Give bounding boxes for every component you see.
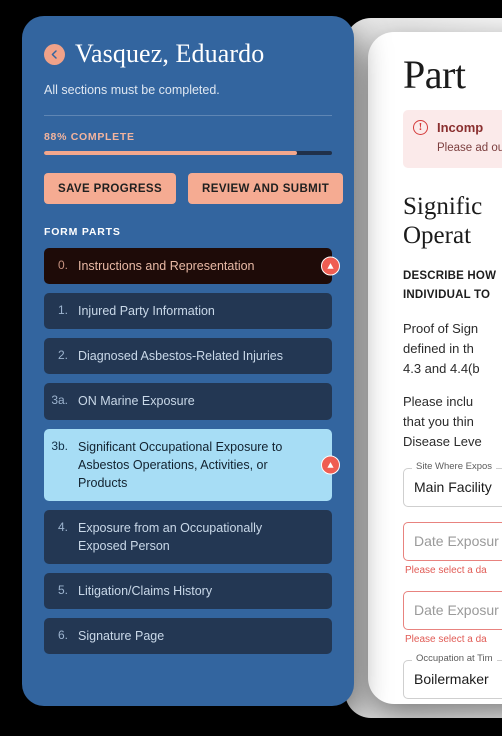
alert-title: Incomp xyxy=(437,120,484,135)
alert-body: Please ad out fields xyxy=(437,142,502,154)
form-field: Site Where Expos Main Facility xyxy=(403,460,502,507)
alert-header: ! Incomp xyxy=(413,120,502,135)
paragraph-one-line-3: 4.3 and 4.4(b xyxy=(403,361,480,377)
paragraph-two-line-1: Please inclu xyxy=(403,394,474,410)
part-label: Injured Party Information xyxy=(78,304,215,319)
section-heading: Signific Operat xyxy=(403,192,502,251)
part-label: ON Marine Exposure xyxy=(78,394,195,409)
paragraph-one-line-2: defined in th xyxy=(403,340,474,356)
text-input[interactable]: Boilermaker xyxy=(403,659,502,699)
date-input[interactable]: Date Exposur xyxy=(403,590,502,630)
text-input[interactable]: Main Facility xyxy=(403,467,502,507)
sidebar-item-part-3a[interactable]: 3a. ON Marine Exposure xyxy=(44,383,332,420)
sidebar-item-part-5[interactable]: 5. Litigation/Claims History xyxy=(44,573,332,610)
progress-bar-fill xyxy=(44,151,298,155)
field-placeholder: Date Exposur xyxy=(414,533,499,550)
sidebar-item-part-0[interactable]: 0. Instructions and Representation xyxy=(44,248,340,285)
part-label: Significant Occupational Exposure to Asb… xyxy=(78,439,283,490)
field-legend: Occupation at Tim xyxy=(412,652,497,664)
sidebar-item-part-3b[interactable]: 3b. Significant Occupational Exposure to … xyxy=(44,428,340,501)
part-number: 2. xyxy=(57,348,68,363)
divider xyxy=(44,115,332,116)
progress-bar xyxy=(44,151,332,155)
part-number: 3a. xyxy=(51,393,68,408)
part-number: 0. xyxy=(57,258,68,272)
sidebar-item-part-2[interactable]: 2. Diagnosed Asbestos-Related Injuries xyxy=(44,338,332,375)
sidebar-subtitle: All sections must be completed. xyxy=(44,83,220,97)
sidebar-item-part-1[interactable]: 1. Injured Party Information xyxy=(44,293,332,330)
part-label: Diagnosed Asbestos-Related Injuries xyxy=(78,349,283,364)
screen-root: Part ! Incomp Please ad out fields Signi… xyxy=(0,0,502,736)
part-label: Signature Page xyxy=(78,629,165,644)
field-error-message: Please select a da xyxy=(405,633,487,645)
progress-label: 88% COMPLETE xyxy=(44,131,135,143)
describe-line-2: INDIVIDUAL TO xyxy=(403,289,491,302)
part-number: 5. xyxy=(57,583,68,598)
form-field: Date Exposur Please select a da xyxy=(403,590,502,645)
error-circle-icon: ! xyxy=(413,120,428,135)
sidebar-panel: Vasquez, Eduardo All sections must be co… xyxy=(22,16,354,706)
paragraph-one: Proof of Sign defined in th 4.3 and 4.4(… xyxy=(403,319,502,379)
warning-icon xyxy=(321,455,340,475)
back-arrow-icon[interactable] xyxy=(44,43,65,65)
part-number: 1. xyxy=(57,303,68,318)
incomplete-alert: ! Incomp Please ad out fields xyxy=(403,110,502,168)
section-heading-line-2: Operat xyxy=(403,222,472,250)
field-legend: Site Where Expos xyxy=(412,460,497,472)
form-parts-list: 0. Instructions and Representation 1. Injur… xyxy=(44,248,340,655)
form-fields: Site Where Expos Main Facility Date Exposu… xyxy=(403,460,502,699)
part-number: 4. xyxy=(57,519,68,534)
part-number: 3b. xyxy=(51,438,68,453)
field-placeholder: Date Exposur xyxy=(414,602,499,619)
warning-icon xyxy=(321,256,340,276)
sidebar-header: Vasquez, Eduardo xyxy=(44,39,332,69)
part-label: Litigation/Claims History xyxy=(78,584,213,599)
paragraph-two: Please inclu that you thin Disease Leve xyxy=(403,392,502,452)
paragraph-two-line-2: that you thin xyxy=(403,414,474,430)
paragraph-one-line-1: Proof of Sign xyxy=(403,320,479,336)
field-value: Main Facility xyxy=(414,479,492,496)
sidebar-item-part-6[interactable]: 6. Signature Page xyxy=(44,618,332,655)
page-title: Vasquez, Eduardo xyxy=(75,39,265,68)
document-panel: Part ! Incomp Please ad out fields Signi… xyxy=(368,32,502,704)
document-title: Part xyxy=(403,52,466,97)
section-heading-line-1: Signific xyxy=(403,192,483,220)
form-field: Occupation at Tim Boilermaker xyxy=(403,652,502,699)
action-buttons: SAVE PROGRESS REVIEW AND SUBMIT xyxy=(44,173,344,204)
field-value: Boilermaker xyxy=(414,671,489,688)
part-number: 6. xyxy=(57,628,68,643)
form-parts-label: FORM PARTS xyxy=(44,226,121,238)
sidebar-item-part-4[interactable]: 4. Exposure from an Occupationally Expose… xyxy=(44,509,332,565)
form-field: Date Exposur Please select a da xyxy=(403,521,502,576)
describe-line-1: DESCRIBE HOW xyxy=(403,269,497,282)
save-progress-button[interactable]: SAVE PROGRESS xyxy=(44,173,177,204)
describe-instructions: DESCRIBE HOW INDIVIDUAL TO xyxy=(403,267,502,306)
part-label: Instructions and Representation xyxy=(78,259,255,273)
date-input[interactable]: Date Exposur xyxy=(403,521,502,561)
field-error-message: Please select a da xyxy=(405,564,487,576)
part-label: Exposure from an Occupationally Exposed … xyxy=(78,520,263,553)
review-and-submit-button[interactable]: REVIEW AND SUBMIT xyxy=(188,173,344,204)
paragraph-two-line-3: Disease Leve xyxy=(403,434,482,450)
